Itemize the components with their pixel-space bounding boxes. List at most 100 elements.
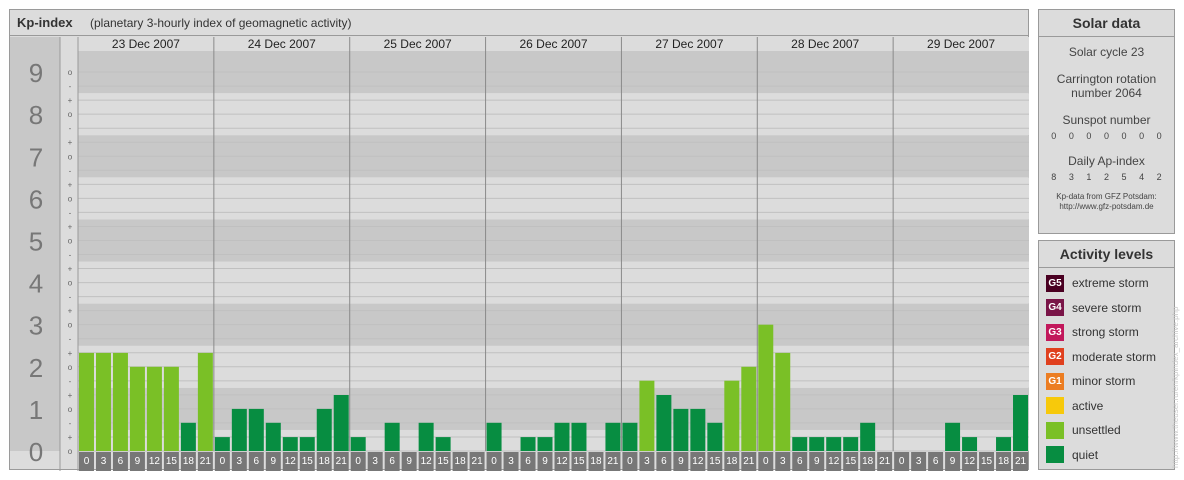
source-line-1: Kp-data from GFZ Potsdam: <box>1056 192 1157 201</box>
chart-subtitle: (planetary 3-hourly index of geomagnetic… <box>90 16 352 30</box>
kp-bar <box>537 437 553 451</box>
kp-bar <box>418 422 434 451</box>
interval-start-label: 21 <box>743 456 755 467</box>
minor-tick-label: + <box>68 391 73 400</box>
kp-bar <box>792 437 808 451</box>
date-label: 23 Dec 2007 <box>112 37 180 51</box>
kp-bar <box>605 422 621 451</box>
kp-bar <box>333 395 349 451</box>
y-tick-label: 3 <box>29 311 43 341</box>
interval-start-label: 6 <box>389 456 395 467</box>
carrington-line-2: number 2064 <box>1071 86 1142 100</box>
interval-start-label: 15 <box>845 456 857 467</box>
level-swatch: G3 <box>1046 323 1064 341</box>
kp-bar <box>724 380 740 451</box>
interval-start-label: 0 <box>491 456 497 467</box>
date-label: 28 Dec 2007 <box>791 37 859 51</box>
interval-start-label: 3 <box>916 456 922 467</box>
interval-start-label: 21 <box>607 456 619 467</box>
minor-tick-label: + <box>68 96 73 105</box>
minor-tick-label: + <box>68 180 73 189</box>
kp-bar <box>996 437 1012 451</box>
kp-bar <box>622 422 638 451</box>
interval-start-label: 15 <box>573 456 585 467</box>
minor-tick-label: + <box>68 138 73 147</box>
interval-start-label: 18 <box>998 456 1010 467</box>
interval-start-label: 12 <box>692 456 704 467</box>
level-label: strong storm <box>1072 325 1139 340</box>
level-label: quiet <box>1072 447 1099 462</box>
interval-start-label: 6 <box>525 456 531 467</box>
kp-bar <box>163 366 179 451</box>
level-swatch: G5 <box>1046 274 1064 292</box>
kp-bar <box>79 352 94 451</box>
level-label: extreme storm <box>1072 276 1149 291</box>
interval-start-label: 6 <box>661 456 667 467</box>
level-label: minor storm <box>1072 374 1136 389</box>
sunspot-value: 0 <box>1156 131 1162 141</box>
kp-bar <box>656 395 672 451</box>
activity-levels-heading: Activity levels <box>1039 241 1174 268</box>
kp-bar <box>639 380 655 451</box>
minor-tick-label: o <box>68 152 73 161</box>
level-swatch <box>1046 397 1064 415</box>
kp-bar <box>129 366 145 451</box>
interval-start-label: 0 <box>899 456 905 467</box>
solar-data-panel: Solar data Solar cycle 23 Carrington rot… <box>1038 9 1175 234</box>
minor-tick-label: - <box>69 293 72 302</box>
date-label: 29 Dec 2007 <box>927 37 995 51</box>
kp-bar <box>707 422 723 451</box>
kp-bar <box>350 437 366 451</box>
interval-start-label: 12 <box>149 456 161 467</box>
interval-start-label: 21 <box>336 456 348 467</box>
minor-tick-label: o <box>68 363 73 372</box>
interval-start-label: 6 <box>797 456 803 467</box>
interval-start-label: 3 <box>101 456 107 467</box>
chart-title-bar: Kp-index (planetary 3-hourly index of ge… <box>10 10 1028 36</box>
kp-bar <box>95 352 111 451</box>
kp-bar <box>775 352 791 451</box>
interval-start-label: 3 <box>780 456 786 467</box>
kp-bar <box>435 437 451 451</box>
sunspot-label: Sunspot number <box>1062 113 1151 127</box>
kp-bar <box>571 422 587 451</box>
ap-value: 3 <box>1068 172 1074 182</box>
kp-bar <box>809 437 825 451</box>
level-swatch: G2 <box>1046 348 1064 366</box>
y-tick-label: 8 <box>29 100 43 130</box>
minor-tick-label: o <box>68 236 73 245</box>
minor-tick-label: o <box>68 279 73 288</box>
minor-tick-label: o <box>68 110 73 119</box>
minor-tick-label: o <box>68 321 73 330</box>
kp-bar <box>299 437 315 451</box>
interval-start-label: 3 <box>237 456 243 467</box>
interval-start-label: 18 <box>319 456 331 467</box>
kp-bar <box>180 422 196 451</box>
interval-start-label: 0 <box>355 456 361 467</box>
level-active: active <box>1039 394 1174 419</box>
minor-tick-label: + <box>68 265 73 274</box>
ap-index-label: Daily Ap-index <box>1068 154 1145 168</box>
minor-tick-label: - <box>69 208 72 217</box>
kp-bar <box>282 437 298 451</box>
level-moderate-storm: G2 moderate storm <box>1039 345 1174 370</box>
ap-index-values: 8 3 1 2 5 4 2 <box>1039 172 1174 182</box>
minor-tick-label: - <box>69 82 72 91</box>
interval-start-label: 0 <box>763 456 769 467</box>
watermark-url: http://www.theuser.ru/en/kpindex_archive… <box>1171 306 1180 468</box>
interval-start-label: 21 <box>200 456 212 467</box>
interval-start-label: 18 <box>590 456 602 467</box>
kp-bar <box>741 366 757 451</box>
kp-bar <box>197 352 213 451</box>
kp-bar <box>690 408 706 451</box>
sunspot-value: 0 <box>1103 131 1109 141</box>
kp-bar <box>214 437 230 451</box>
level-unsettled: unsettled <box>1039 418 1174 443</box>
interval-start-label: 6 <box>118 456 124 467</box>
minor-tick-label: - <box>69 124 72 133</box>
y-tick-label: 6 <box>29 184 43 214</box>
interval-start-label: 0 <box>220 456 226 467</box>
kp-bar <box>265 422 281 451</box>
minor-tick-label: o <box>68 405 73 414</box>
sunspot-value: 0 <box>1068 131 1074 141</box>
